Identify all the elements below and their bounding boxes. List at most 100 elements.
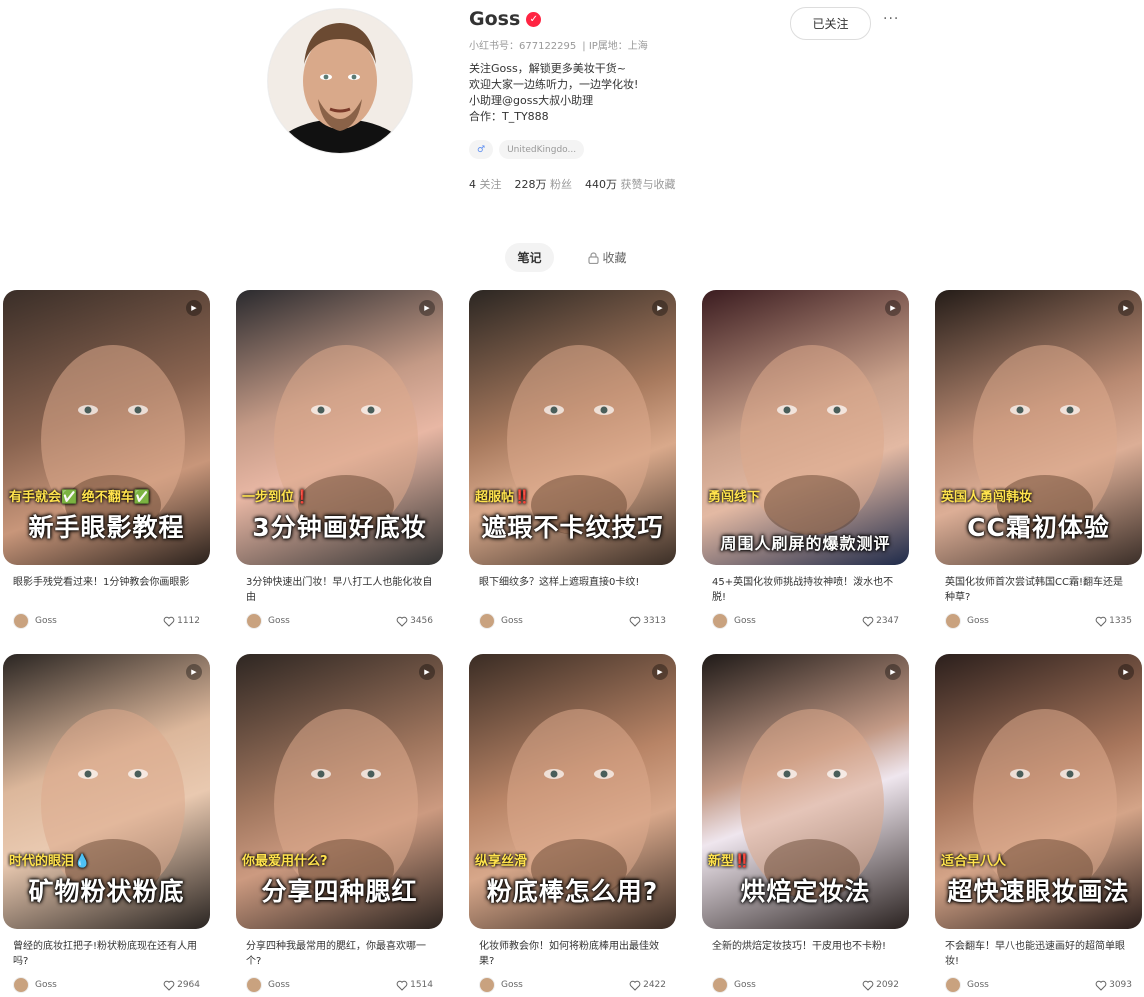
note-footer: Goss 1112 — [13, 613, 200, 629]
like-count[interactable]: 3093 — [1095, 980, 1132, 991]
profile-tags: ♂ UnitedKingdo... — [469, 140, 585, 159]
author-avatar — [712, 977, 728, 993]
like-count[interactable]: 2347 — [862, 616, 899, 627]
profile-bio: 关注Goss，解锁更多美妆干货~ 欢迎大家一边练听力，一边学化妆! 小助理@go… — [469, 61, 638, 125]
note-author[interactable]: Goss — [246, 977, 290, 993]
note-cover[interactable]: ▶ 超服帖‼️ 遮瑕不卡纹技巧 — [469, 290, 676, 565]
profile-stats: 4 关注 228万 粉丝 440万 获赞与收藏 — [469, 176, 676, 192]
cover-subtitle: 时代的眼泪💧 — [9, 854, 91, 869]
cover-title: 遮瑕不卡纹技巧 — [481, 513, 664, 542]
note-cover[interactable]: ▶ 一步到位❗ 3分钟画好底妆 — [236, 290, 443, 565]
note-title[interactable]: 3分钟快速出门妆！早八打工人也能化妆自由 — [246, 575, 433, 605]
note-footer: Goss 3093 — [945, 977, 1132, 993]
note-footer: Goss 1335 — [945, 613, 1132, 629]
note-cover[interactable]: ▶ 时代的眼泪💧 矿物粉状粉底 — [3, 654, 210, 929]
bio-line: 关注Goss，解锁更多美妆干货~ — [469, 62, 626, 75]
note-card[interactable]: ▶ 时代的眼泪💧 矿物粉状粉底 曾经的底妆扛把子!粉状粉底现在还有人用吗? Go… — [3, 654, 210, 993]
cover-title: CC霜初体验 — [967, 513, 1110, 542]
note-footer: Goss 1514 — [246, 977, 433, 993]
note-title[interactable]: 45+英国化妆师挑战持妆神喷！泼水也不脱! — [712, 575, 899, 605]
like-count[interactable]: 2964 — [163, 980, 200, 991]
like-count[interactable]: 1335 — [1095, 616, 1132, 627]
video-play-icon: ▶ — [186, 664, 202, 680]
cover-subtitle: 有手就会✅ 绝不翻车✅ — [9, 490, 150, 505]
note-cover[interactable]: ▶ 有手就会✅ 绝不翻车✅ 新手眼影教程 — [3, 290, 210, 565]
note-author[interactable]: Goss — [13, 613, 57, 629]
note-title[interactable]: 不会翻车！早八也能迅速画好的超简单眼妆! — [945, 939, 1132, 969]
like-count[interactable]: 2092 — [862, 980, 899, 991]
cover-subtitle: 新型‼️ — [708, 854, 751, 869]
note-author[interactable]: Goss — [13, 977, 57, 993]
like-count[interactable]: 2422 — [629, 980, 666, 991]
note-footer: Goss 2422 — [479, 977, 666, 993]
note-title[interactable]: 眼下细纹多？这样上遮瑕直接0卡纹! — [479, 575, 666, 605]
verified-icon: ✓ — [526, 11, 542, 27]
followed-button[interactable]: 已关注 — [790, 7, 871, 40]
note-cover[interactable]: ▶ 纵享丝滑 粉底棒怎么用? — [469, 654, 676, 929]
tab-collect[interactable]: 收藏 — [576, 243, 639, 272]
cover-title: 矿物粉状粉底 — [28, 877, 185, 906]
note-cover[interactable]: ▶ 新型‼️ 烘焙定妆法 — [702, 654, 909, 929]
note-author[interactable]: Goss — [712, 977, 756, 993]
heart-icon — [629, 616, 641, 627]
note-cover[interactable]: ▶ 英国人勇闯韩妆 CC霜初体验 — [935, 290, 1142, 565]
note-cover[interactable]: ▶ 适合早八人 超快速眼妆画法 — [935, 654, 1142, 929]
heart-icon — [396, 616, 408, 627]
note-title[interactable]: 英国化妆师首次尝试韩国CC霜!翻车还是种草? — [945, 575, 1132, 605]
author-avatar — [945, 613, 961, 629]
author-name: Goss — [734, 616, 756, 626]
heart-icon — [862, 980, 874, 991]
cover-title: 新手眼影教程 — [28, 513, 185, 542]
author-avatar — [479, 977, 495, 993]
heart-icon — [629, 980, 641, 991]
note-cover[interactable]: ▶ 勇闯线下 周围人刷屏的爆款测评 — [702, 290, 909, 565]
note-card[interactable]: ▶ 你最爱用什么? 分享四种腮红 分享四种我最常用的腮红，你最喜欢哪一个? Go… — [236, 654, 443, 993]
note-cover[interactable]: ▶ 你最爱用什么? 分享四种腮红 — [236, 654, 443, 929]
heart-icon — [163, 980, 175, 991]
fans-stat[interactable]: 228万 粉丝 — [515, 176, 573, 192]
cover-title: 分享四种腮红 — [261, 877, 418, 906]
cover-subtitle: 一步到位❗ — [242, 490, 311, 505]
note-card[interactable]: ▶ 勇闯线下 周围人刷屏的爆款测评 45+英国化妆师挑战持妆神喷！泼水也不脱! … — [702, 290, 909, 629]
gender-tag: ♂ — [469, 140, 494, 159]
note-footer: Goss 2964 — [13, 977, 200, 993]
note-card[interactable]: ▶ 有手就会✅ 绝不翻车✅ 新手眼影教程 眼影手残党看过来！1分钟教会你画眼影 … — [3, 290, 210, 629]
like-count[interactable]: 1112 — [163, 616, 200, 627]
video-play-icon: ▶ — [419, 300, 435, 316]
heart-icon — [396, 980, 408, 991]
like-count[interactable]: 3456 — [396, 616, 433, 627]
note-title[interactable]: 曾经的底妆扛把子!粉状粉底现在还有人用吗? — [13, 939, 200, 969]
note-title[interactable]: 化妆师教会你！如何将粉底棒用出最佳效果? — [479, 939, 666, 969]
cover-title: 烘焙定妆法 — [740, 877, 871, 906]
video-play-icon: ▶ — [1118, 300, 1134, 316]
note-title[interactable]: 全新的烘焙定妆技巧！干皮用也不卡粉! — [712, 939, 899, 969]
note-footer: Goss 3313 — [479, 613, 666, 629]
more-options-icon[interactable]: ··· — [883, 11, 899, 27]
note-author[interactable]: Goss — [479, 977, 523, 993]
following-stat[interactable]: 4 关注 — [469, 176, 502, 192]
note-author[interactable]: Goss — [712, 613, 756, 629]
video-play-icon: ▶ — [186, 300, 202, 316]
note-card[interactable]: ▶ 一步到位❗ 3分钟画好底妆 3分钟快速出门妆！早八打工人也能化妆自由 Gos… — [236, 290, 443, 629]
video-play-icon: ▶ — [652, 664, 668, 680]
cover-subtitle: 适合早八人 — [941, 854, 1007, 869]
note-author[interactable]: Goss — [246, 613, 290, 629]
note-author[interactable]: Goss — [945, 977, 989, 993]
tab-notes[interactable]: 笔记 — [505, 243, 554, 272]
note-card[interactable]: ▶ 英国人勇闯韩妆 CC霜初体验 英国化妆师首次尝试韩国CC霜!翻车还是种草? … — [935, 290, 1142, 629]
cover-subtitle: 英国人勇闯韩妆 — [941, 490, 1033, 505]
note-author[interactable]: Goss — [479, 613, 523, 629]
note-author[interactable]: Goss — [945, 613, 989, 629]
profile-meta: 小红书号：677122295 | IP属地：上海 — [469, 41, 648, 52]
note-footer: Goss 2347 — [712, 613, 899, 629]
note-footer: Goss 3456 — [246, 613, 433, 629]
note-title[interactable]: 分享四种我最常用的腮红，你最喜欢哪一个? — [246, 939, 433, 969]
note-card[interactable]: ▶ 纵享丝滑 粉底棒怎么用? 化妆师教会你！如何将粉底棒用出最佳效果? Goss… — [469, 654, 676, 993]
like-count[interactable]: 1514 — [396, 980, 433, 991]
bio-line: 合作：T_TY888 — [469, 110, 549, 123]
note-title[interactable]: 眼影手残党看过来！1分钟教会你画眼影 — [13, 575, 200, 605]
note-card[interactable]: ▶ 超服帖‼️ 遮瑕不卡纹技巧 眼下细纹多？这样上遮瑕直接0卡纹! Goss 3… — [469, 290, 676, 629]
note-card[interactable]: ▶ 新型‼️ 烘焙定妆法 全新的烘焙定妆技巧！干皮用也不卡粉! Goss 209… — [702, 654, 909, 993]
note-card[interactable]: ▶ 适合早八人 超快速眼妆画法 不会翻车！早八也能迅速画好的超简单眼妆! Gos… — [935, 654, 1142, 993]
like-count[interactable]: 3313 — [629, 616, 666, 627]
